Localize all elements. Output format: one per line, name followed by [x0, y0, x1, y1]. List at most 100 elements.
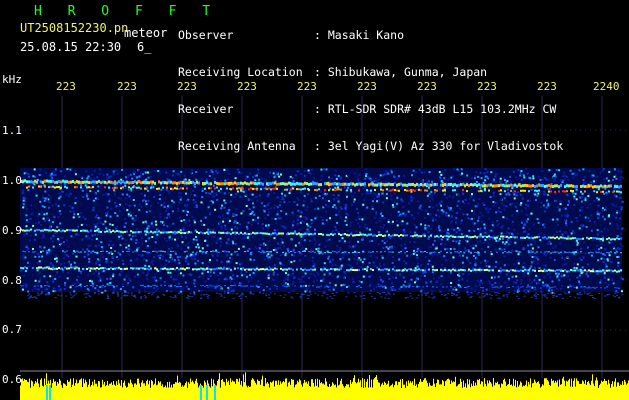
signal-trace — [444, 189, 446, 192]
signal-trace — [576, 237, 578, 240]
noise-speck — [121, 249, 124, 251]
signal-trace — [534, 189, 536, 192]
noise-speck — [78, 269, 81, 272]
noise-speck — [266, 247, 269, 250]
noise-speck — [22, 199, 25, 202]
noise-speck — [423, 274, 426, 277]
signal-trace — [562, 236, 564, 239]
signal-trace — [54, 186, 56, 189]
signal-trace — [338, 233, 340, 235]
level-bar — [55, 381, 56, 400]
signal-trace — [370, 189, 372, 192]
signal-trace — [326, 233, 328, 236]
noise-speck — [400, 244, 403, 247]
noise-speck — [46, 288, 48, 291]
signal-trace — [64, 266, 66, 269]
noise-speck — [351, 195, 354, 198]
noise-speck — [185, 244, 188, 247]
noise-speck — [567, 275, 569, 278]
noise-speck — [447, 206, 450, 209]
noise-speck — [418, 168, 421, 171]
noise-speck — [170, 206, 173, 209]
signal-trace — [84, 251, 86, 253]
signal-trace — [444, 183, 446, 186]
signal-trace — [24, 179, 26, 183]
noise-speck — [165, 259, 168, 262]
noise-speck — [453, 228, 456, 231]
noise-speck — [250, 276, 253, 279]
signal-trace — [150, 267, 152, 270]
signal-trace — [252, 187, 254, 190]
signal-trace — [110, 251, 112, 253]
signal-trace — [122, 268, 124, 271]
noise-speck — [455, 240, 458, 243]
noise-speck — [404, 280, 407, 283]
signal-trace — [464, 287, 466, 288]
signal-trace — [142, 250, 144, 252]
noise-speck — [458, 180, 461, 183]
signal-trace — [374, 234, 376, 237]
noise-speck — [283, 201, 286, 204]
noise-speck — [537, 246, 540, 249]
noise-speck — [153, 278, 156, 281]
signal-trace — [526, 236, 528, 239]
noise-speck — [48, 252, 51, 255]
noise-speck — [444, 242, 447, 245]
signal-trace — [136, 186, 138, 189]
signal-trace — [406, 251, 408, 252]
signal-trace — [508, 270, 510, 273]
signal-trace — [266, 232, 268, 235]
noise-speck — [235, 214, 238, 216]
noise-speck — [578, 169, 581, 172]
noise-speck — [159, 254, 162, 257]
signal-trace — [122, 251, 124, 253]
noise-speck — [94, 192, 97, 195]
noise-speck — [172, 278, 175, 281]
noise-speck — [115, 205, 118, 208]
signal-trace — [384, 234, 386, 237]
signal-trace — [68, 267, 70, 270]
noise-speck — [27, 221, 30, 223]
noise-speck — [603, 271, 606, 274]
noise-speck — [494, 248, 497, 251]
signal-trace — [432, 286, 434, 288]
noise-speck — [579, 209, 582, 212]
noise-speck — [498, 239, 500, 242]
noise-speck — [300, 238, 303, 241]
signal-trace — [418, 235, 420, 238]
noise-speck — [84, 184, 87, 187]
noise-speck — [619, 211, 622, 214]
noise-speck — [195, 204, 198, 207]
noise-speck — [328, 281, 331, 284]
noise-speck — [215, 241, 218, 244]
noise-speck — [383, 292, 386, 293]
signal-trace — [404, 189, 406, 191]
noise-speck — [558, 208, 561, 211]
noise-speck — [39, 278, 42, 281]
noise-speck — [391, 220, 394, 223]
noise-speck — [99, 217, 102, 219]
noise-speck — [108, 228, 111, 231]
noise-speck — [159, 277, 162, 280]
noise-speck — [37, 214, 40, 217]
signal-trace — [336, 252, 338, 254]
noise-speck — [167, 271, 170, 274]
signal-trace — [100, 285, 102, 287]
noise-speck — [604, 258, 607, 261]
signal-trace — [566, 237, 568, 240]
signal-trace — [262, 232, 264, 235]
signal-trace — [516, 251, 518, 253]
signal-trace — [100, 251, 102, 253]
noise-speck — [223, 290, 226, 293]
noise-speck — [616, 292, 619, 294]
noise-speck — [466, 279, 469, 282]
signal-trace — [192, 180, 194, 184]
noise-speck — [70, 235, 73, 238]
noise-speck — [488, 238, 491, 241]
signal-trace — [330, 233, 332, 236]
noise-speck — [618, 247, 621, 250]
noise-speck — [508, 193, 511, 196]
signal-trace — [398, 269, 400, 272]
noise-speck — [527, 244, 530, 247]
signal-trace — [282, 182, 284, 186]
